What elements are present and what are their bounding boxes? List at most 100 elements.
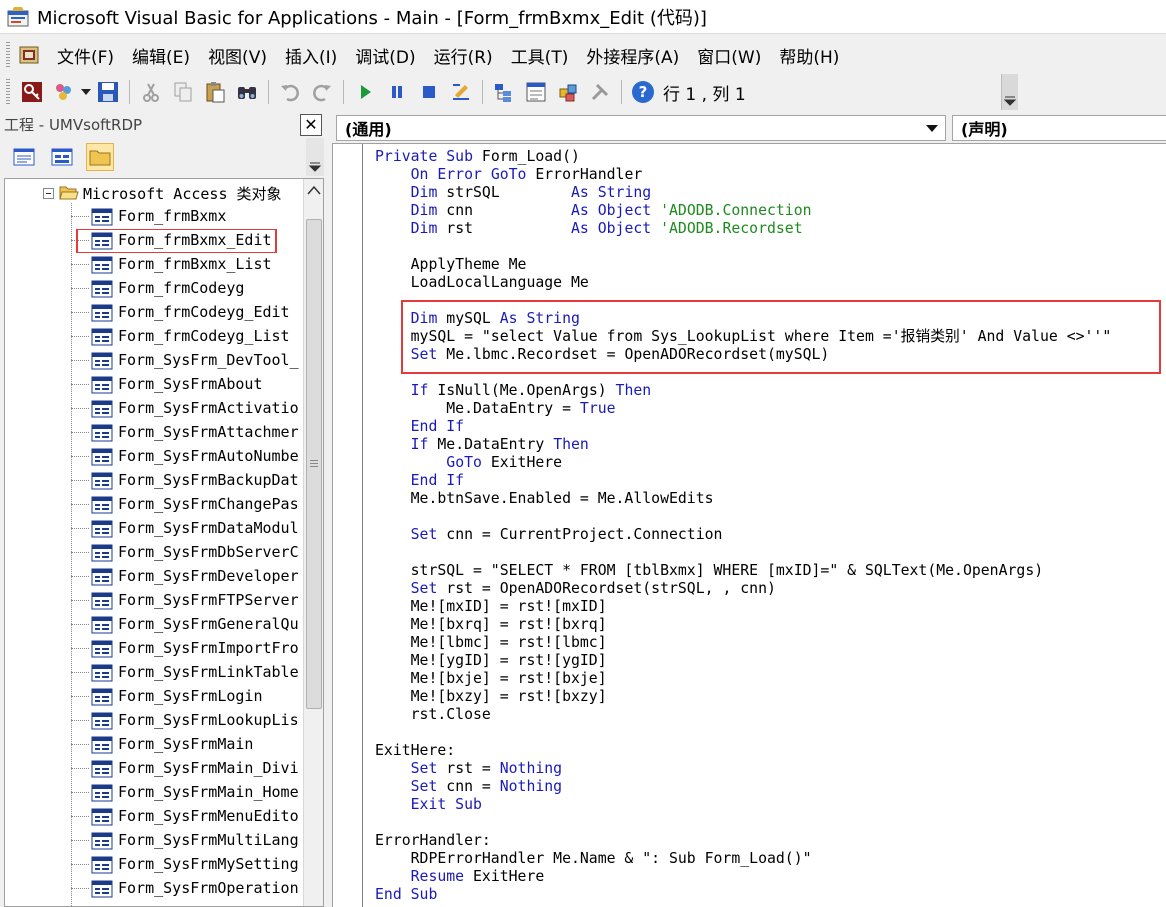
- break-button[interactable]: [384, 79, 410, 105]
- code-editor[interactable]: Private Sub Form_Load() On Error GoTo Er…: [332, 143, 1166, 907]
- tree-item[interactable]: Form_frmCodeyg_Edit: [5, 301, 303, 325]
- code-line[interactable]: [375, 292, 1166, 310]
- reset-button[interactable]: [416, 79, 442, 105]
- tree-item[interactable]: Form_SysFrmMultiLang: [5, 829, 303, 853]
- run-button[interactable]: [352, 79, 378, 105]
- code-line[interactable]: End Sub: [375, 886, 1166, 904]
- tree-item[interactable]: Form_SysFrmAbout: [5, 373, 303, 397]
- tree-item[interactable]: Form_SysFrmMySetting: [5, 853, 303, 877]
- code-line[interactable]: If Me.DataEntry Then: [375, 436, 1166, 454]
- code-line[interactable]: Set rst = Nothing: [375, 760, 1166, 778]
- insert-dropdown-button[interactable]: [80, 79, 92, 105]
- code-line[interactable]: [375, 364, 1166, 382]
- tree-item[interactable]: Form_SysFrmBackupDat: [5, 469, 303, 493]
- project-explorer-button[interactable]: [491, 79, 517, 105]
- object-combobox[interactable]: (通用): [336, 115, 946, 141]
- tree-item[interactable]: Form_frmBxmx_Edit: [5, 229, 303, 253]
- code-line[interactable]: Me![bxje] = rst![bxje]: [375, 670, 1166, 688]
- copy-button[interactable]: [170, 79, 196, 105]
- code-line[interactable]: End If: [375, 472, 1166, 490]
- view-code-button[interactable]: [10, 143, 38, 171]
- code-line[interactable]: Me![ygID] = rst![ygID]: [375, 652, 1166, 670]
- code-line[interactable]: GoTo ExitHere: [375, 454, 1166, 472]
- tree-item[interactable]: Form_frmCodeyg: [5, 277, 303, 301]
- menu-edit[interactable]: 编辑(E): [123, 43, 199, 68]
- tree-item[interactable]: Form_SysFrmMenuEdito: [5, 805, 303, 829]
- object-browser-button[interactable]: [555, 79, 581, 105]
- chevron-down-icon[interactable]: [925, 123, 939, 133]
- menu-run[interactable]: 运行(R): [425, 43, 502, 68]
- tree-item[interactable]: Form_SysFrm_DevTool_: [5, 349, 303, 373]
- tree-item[interactable]: Form_SysFrmImportFro: [5, 637, 303, 661]
- toolbox-button[interactable]: [587, 79, 613, 105]
- tree-item[interactable]: Form_SysFrmDbServerC: [5, 541, 303, 565]
- cut-button[interactable]: [138, 79, 164, 105]
- tree-item[interactable]: Form_SysFrmDataModul: [5, 517, 303, 541]
- tree-item[interactable]: Form_SysFrmDeveloper: [5, 565, 303, 589]
- save-button[interactable]: [95, 79, 121, 105]
- tree-item[interactable]: Form_SysFrmLookupLis: [5, 709, 303, 733]
- code-line[interactable]: Private Sub Form_Load(): [375, 148, 1166, 166]
- code-line[interactable]: Dim strSQL As String: [375, 184, 1166, 202]
- code-line[interactable]: Exit Sub: [375, 796, 1166, 814]
- code-line[interactable]: [375, 724, 1166, 742]
- menubar-grip[interactable]: [6, 42, 10, 68]
- code-line[interactable]: [375, 544, 1166, 562]
- code-line[interactable]: Dim cnn As Object 'ADODB.Connection: [375, 202, 1166, 220]
- tree-item[interactable]: Form_SysFrmLogin: [5, 685, 303, 709]
- tree-item[interactable]: Form_SysFrmMain_Home: [5, 781, 303, 805]
- code-line[interactable]: Me![bxrq] = rst![bxrq]: [375, 616, 1166, 634]
- code-line[interactable]: [375, 238, 1166, 256]
- code-margin-indicator-bar[interactable]: [333, 144, 363, 907]
- project-tree[interactable]: Microsoft Access 类对象 Form_frmBxmx Form_fr…: [4, 178, 324, 907]
- code-line[interactable]: Set Me.lbmc.Recordset = OpenADORecordset…: [375, 346, 1166, 364]
- code-line[interactable]: ApplyTheme Me: [375, 256, 1166, 274]
- code-line[interactable]: Me![bxzy] = rst![bxzy]: [375, 688, 1166, 706]
- tree-item[interactable]: Form_frmCodeyg_List: [5, 325, 303, 349]
- code-line[interactable]: End If: [375, 418, 1166, 436]
- scroll-thumb[interactable]: [306, 219, 322, 709]
- code-line[interactable]: ExitHere:: [375, 742, 1166, 760]
- toolbar-overflow-button[interactable]: [1001, 74, 1018, 110]
- insert-userform-button[interactable]: [51, 79, 77, 105]
- tree-item[interactable]: Form_frmBxmx: [5, 205, 303, 229]
- tree-item[interactable]: Form_SysFrmAttachmer: [5, 421, 303, 445]
- code-line[interactable]: RDPErrorHandler Me.Name & ": Sub Form_Lo…: [375, 850, 1166, 868]
- menu-addins[interactable]: 外接程序(A): [577, 43, 688, 68]
- code-line[interactable]: mySQL = "select Value from Sys_LookupLis…: [375, 328, 1166, 346]
- code-line[interactable]: [375, 814, 1166, 832]
- view-object-button[interactable]: [48, 143, 76, 171]
- toggle-folders-button[interactable]: [86, 143, 114, 171]
- paste-button[interactable]: [202, 79, 228, 105]
- code-line[interactable]: Me![lbmc] = rst![lbmc]: [375, 634, 1166, 652]
- code-line[interactable]: Me.btnSave.Enabled = Me.AllowEdits: [375, 490, 1166, 508]
- code-line[interactable]: rst.Close: [375, 706, 1166, 724]
- tree-item[interactable]: Form_frmBxmx_List: [5, 253, 303, 277]
- project-toolbar-overflow[interactable]: [306, 138, 324, 176]
- close-project-explorer-button[interactable]: ✕: [300, 113, 322, 136]
- menu-view[interactable]: 视图(V): [199, 43, 276, 68]
- procedure-combobox[interactable]: (声明): [952, 115, 1166, 141]
- code-line[interactable]: [375, 508, 1166, 526]
- menu-window[interactable]: 窗口(W): [688, 43, 770, 68]
- tree-item[interactable]: Form_SysFrmChangePas: [5, 493, 303, 517]
- code-line[interactable]: Dim rst As Object 'ADODB.Recordset: [375, 220, 1166, 238]
- find-button[interactable]: [234, 79, 260, 105]
- view-access-button[interactable]: [19, 79, 45, 105]
- code-line[interactable]: Dim mySQL As String: [375, 310, 1166, 328]
- redo-button[interactable]: [309, 79, 335, 105]
- properties-window-button[interactable]: [523, 79, 549, 105]
- undo-button[interactable]: [277, 79, 303, 105]
- tree-item[interactable]: Form_SysFrmActivatio: [5, 397, 303, 421]
- code-line[interactable]: Me.DataEntry = True: [375, 400, 1166, 418]
- toolbar-grip[interactable]: [6, 79, 10, 105]
- tree-item[interactable]: Form_SysFrmOperation: [5, 877, 303, 901]
- tree-item[interactable]: Form_SysFrmMain: [5, 733, 303, 757]
- code-line[interactable]: Me![mxID] = rst![mxID]: [375, 598, 1166, 616]
- code-line[interactable]: Set cnn = Nothing: [375, 778, 1166, 796]
- tree-item[interactable]: Form_SysFrmMain_Divi: [5, 757, 303, 781]
- help-button[interactable]: ?: [630, 79, 656, 105]
- code-text[interactable]: Private Sub Form_Load() On Error GoTo Er…: [375, 148, 1166, 904]
- tree-item[interactable]: Form_SysFrmGeneralQu: [5, 613, 303, 637]
- menu-debug[interactable]: 调试(D): [346, 43, 424, 68]
